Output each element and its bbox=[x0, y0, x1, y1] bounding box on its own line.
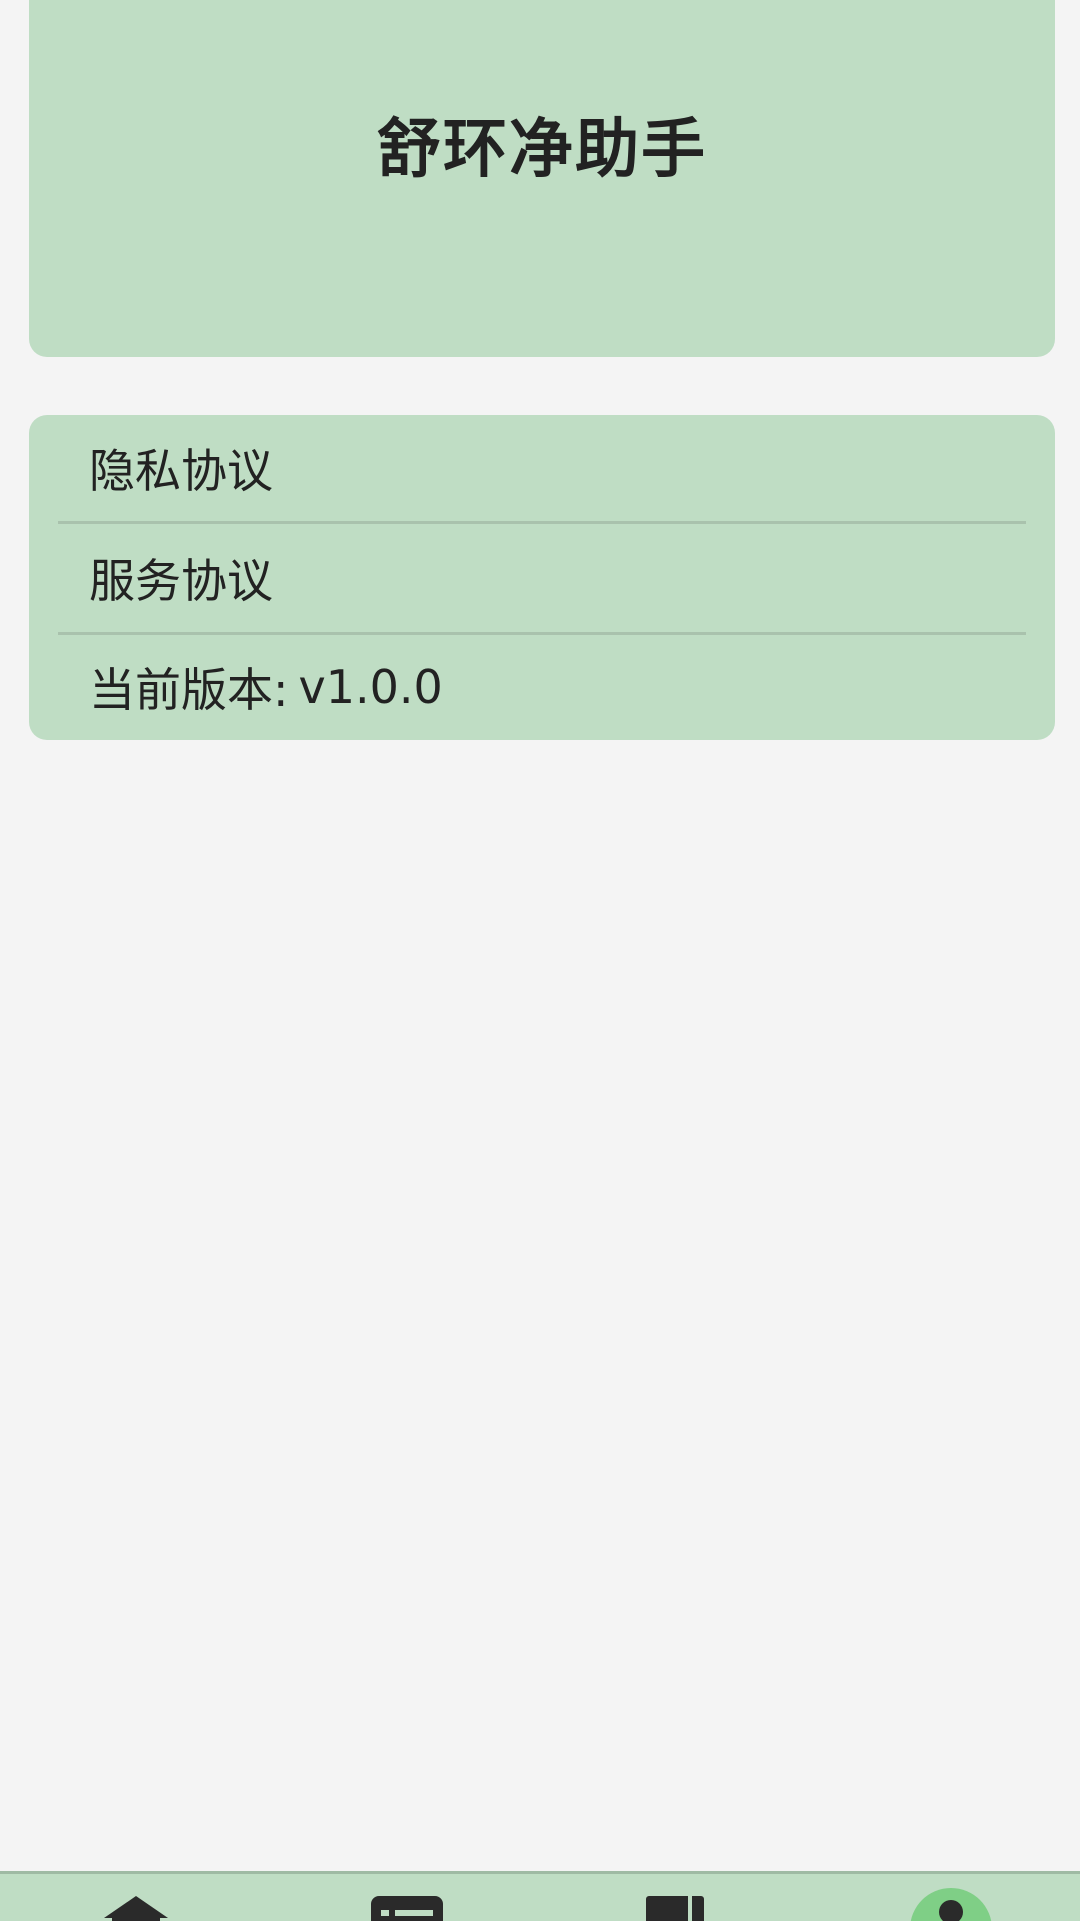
home-icon bbox=[104, 1896, 168, 1921]
version-label: 当前版本: bbox=[89, 662, 289, 717]
service-agreement-item[interactable]: 服务协议 bbox=[29, 523, 1055, 633]
tab-profile[interactable] bbox=[888, 1874, 1008, 1921]
profile-icon bbox=[939, 1900, 963, 1921]
bottom-tab-bar bbox=[0, 1871, 1080, 1921]
privacy-agreement-label: 隐私协议 bbox=[89, 444, 273, 498]
version-value: v1.0.0 bbox=[298, 659, 443, 714]
app-title: 舒环净助手 bbox=[377, 113, 707, 187]
book-icon bbox=[646, 1896, 704, 1921]
service-agreement-label: 服务协议 bbox=[89, 554, 273, 608]
privacy-agreement-item[interactable]: 隐私协议 bbox=[29, 415, 1055, 521]
list-icon bbox=[371, 1896, 443, 1921]
settings-menu: 隐私协议 服务协议 当前版本: v1.0.0 bbox=[29, 415, 1055, 740]
version-row: 当前版本: v1.0.0 bbox=[29, 633, 1055, 740]
tab-book[interactable] bbox=[616, 1874, 736, 1921]
tab-list[interactable] bbox=[347, 1874, 467, 1921]
tab-home[interactable] bbox=[76, 1874, 196, 1921]
header-card: 舒环净助手 bbox=[29, 0, 1055, 357]
